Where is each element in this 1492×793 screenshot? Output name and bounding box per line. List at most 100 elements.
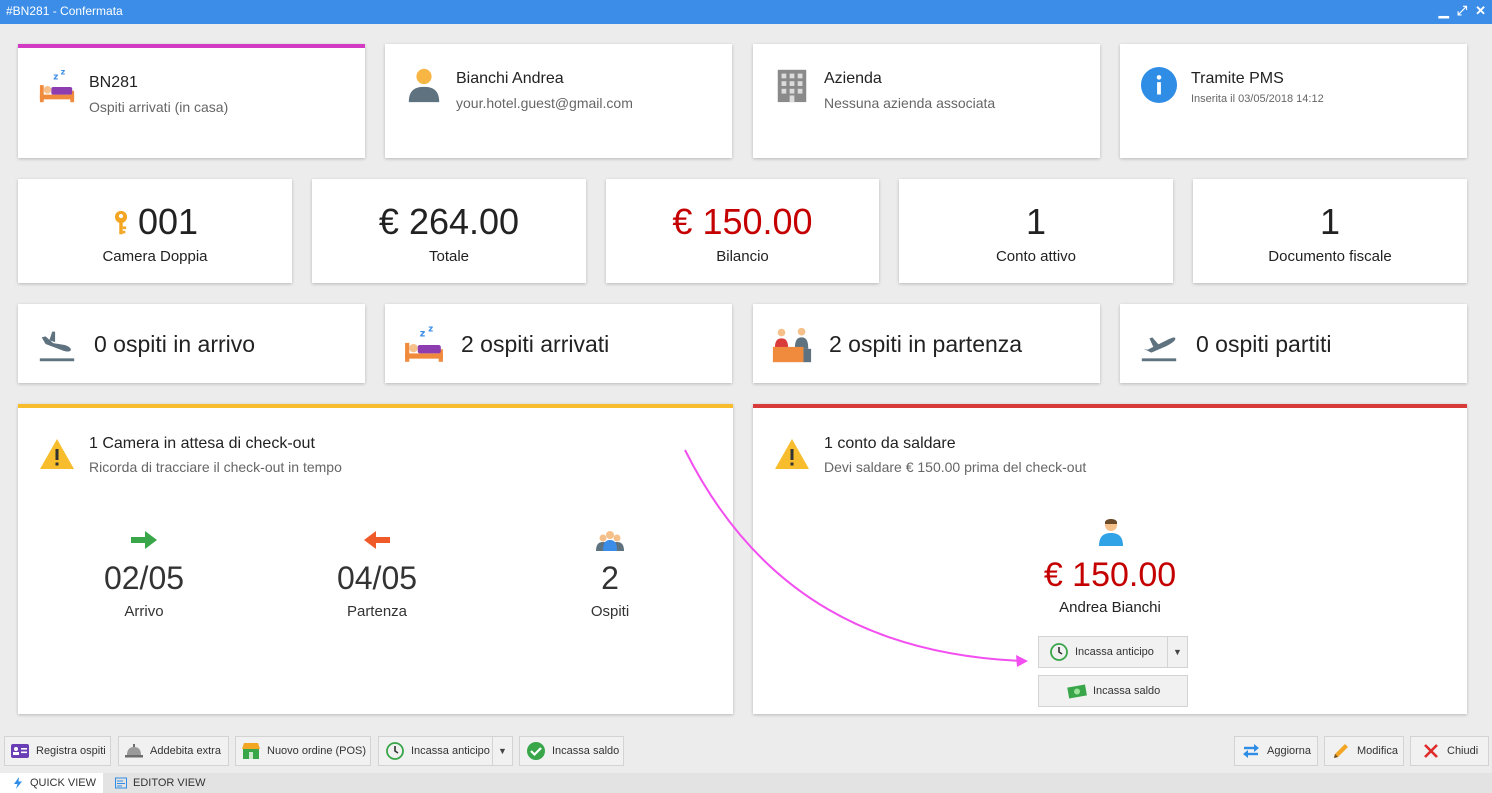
tab-editor-view-label: EDITOR VIEW [133, 777, 206, 789]
arrived-guests-label: 2 ospiti arrivati [461, 331, 610, 357]
fiscal-document-card[interactable]: 1 Documento fiscale [1193, 179, 1467, 283]
bottom-toolbar: Registra ospiti Addebita extra Nuovo ord… [0, 729, 1492, 773]
total-card: € 264.00 Totale [312, 179, 586, 283]
close-x-icon [1424, 744, 1438, 758]
close-button[interactable]: Chiudi [1410, 736, 1489, 766]
checkout-alert-subtitle: Ricorda di tracciare il check-out in tem… [89, 459, 342, 475]
edit-button[interactable]: Modifica [1324, 736, 1404, 766]
guests-label: Ospiti [590, 603, 630, 620]
banknote-icon [1067, 684, 1087, 699]
sleeping-bed-icon: z z [405, 324, 443, 362]
svg-text:z: z [53, 72, 58, 82]
arrival-label: Arrivo [124, 603, 164, 620]
collect-balance-label: Incassa saldo [1093, 685, 1161, 697]
collect-advance-button[interactable]: Incassa anticipo ▼ [1038, 636, 1188, 668]
check-circle-icon [527, 742, 545, 760]
maximize-icon[interactable]: ⤢ [1457, 0, 1467, 22]
user-icon [408, 68, 440, 103]
svg-text:z: z [428, 324, 433, 333]
building-icon [777, 69, 807, 103]
company-card[interactable]: Azienda Nessuna azienda associata [753, 44, 1100, 158]
tab-quick-view[interactable]: QUICK VIEW [0, 773, 103, 793]
tab-editor-view[interactable]: EDITOR VIEW [103, 773, 223, 793]
booking-code: BN281 [89, 74, 138, 91]
reception-desk-icon [772, 327, 812, 363]
guest-email: your.hotel.guest@gmail.com [456, 95, 633, 111]
toolbar-collect-advance-dropdown-icon[interactable]: ▼ [492, 737, 512, 765]
person-icon [1099, 519, 1123, 546]
payment-guest-name: Andrea Bianchi [1059, 599, 1161, 616]
payment-alert-card: 1 conto da saldare Devi saldare € 150.00… [753, 404, 1467, 714]
guests-count: 2 [601, 560, 619, 596]
toolbar-collect-advance-label: Incassa anticipo [411, 745, 490, 757]
svg-text:z: z [61, 68, 66, 77]
arrived-guests-card[interactable]: z z 2 ospiti arrivati [385, 304, 732, 383]
arriving-guests-card[interactable]: 0 ospiti in arrivo [18, 304, 365, 383]
window-title: #BN281 - Confermata [6, 4, 123, 18]
toolbar-collect-balance-label: Incassa saldo [552, 745, 620, 757]
departed-guests-label: 0 ospiti partiti [1196, 331, 1332, 357]
service-bell-icon [125, 744, 143, 758]
booking-card: z z BN281 Ospiti arrivati (in casa) [18, 44, 365, 158]
shop-icon [242, 743, 260, 759]
guests-column: 2 Ospiti [540, 528, 680, 620]
room-card[interactable]: 001 Camera Doppia [18, 179, 292, 283]
payment-alert-title: 1 conto da saldare [824, 435, 956, 452]
key-icon [114, 210, 128, 235]
svg-text:z: z [420, 329, 426, 340]
balance-value: € 150.00 [672, 201, 813, 242]
room-type: Camera Doppia [102, 248, 208, 265]
source-card: Tramite PMS Inserita il 03/05/2018 14:12 [1120, 44, 1467, 158]
register-guests-button[interactable]: Registra ospiti [4, 736, 111, 766]
active-account-count: 1 [1025, 201, 1047, 242]
checkout-alert-title: 1 Camera in attesa di check-out [89, 435, 315, 452]
guest-card[interactable]: Bianchi Andrea your.hotel.guest@gmail.co… [385, 44, 732, 158]
departing-guests-card[interactable]: 2 ospiti in partenza [753, 304, 1100, 383]
collect-advance-dropdown-icon[interactable]: ▼ [1167, 637, 1187, 667]
register-guests-label: Registra ospiti [36, 745, 106, 757]
info-icon [1140, 66, 1178, 104]
editor-icon [115, 777, 127, 789]
active-account-label: Conto attivo [995, 248, 1077, 265]
guest-name: Bianchi Andrea [456, 70, 564, 87]
booking-status: Ospiti arrivati (in casa) [89, 99, 229, 115]
departure-date: 04/05 [336, 560, 418, 596]
refresh-icon [1243, 744, 1259, 758]
source-inserted-date: Inserita il 03/05/2018 14:12 [1191, 93, 1324, 105]
fiscal-document-count: 1 [1319, 201, 1341, 242]
collect-balance-button[interactable]: Incassa saldo [1038, 675, 1188, 707]
close-label: Chiudi [1447, 745, 1479, 757]
close-window-icon[interactable]: ✕ [1475, 0, 1486, 22]
company-subtitle: Nessuna azienda associata [824, 95, 996, 111]
refresh-button[interactable]: Aggiorna [1234, 736, 1318, 766]
departed-guests-card[interactable]: 0 ospiti partiti [1120, 304, 1467, 383]
new-order-button[interactable]: Nuovo ordine (POS) [235, 736, 371, 766]
charge-extra-button[interactable]: Addebita extra [118, 736, 229, 766]
balance-label: Bilancio [716, 248, 769, 265]
arrival-column: 02/05 Arrivo [74, 528, 214, 620]
total-label: Totale [428, 248, 470, 265]
minimize-icon[interactable]: ▁ [1439, 0, 1449, 22]
checkout-alert-card: 1 Camera in attesa di check-out Ricorda … [18, 404, 733, 714]
room-number-row: 001 [18, 201, 292, 243]
total-value: € 264.00 [378, 201, 520, 242]
arrow-left-icon [364, 531, 390, 549]
edit-label: Modifica [1357, 745, 1398, 757]
id-card-icon [11, 744, 29, 758]
charge-extra-label: Addebita extra [150, 745, 221, 757]
sleeping-bed-icon: z z [39, 68, 75, 103]
departure-column: 04/05 Partenza [307, 528, 447, 620]
new-order-label: Nuovo ordine (POS) [267, 745, 367, 757]
clock-icon [386, 742, 404, 760]
balance-card: € 150.00 Bilancio [606, 179, 879, 283]
pencil-icon [1334, 744, 1348, 758]
source-title: Tramite PMS [1191, 70, 1284, 87]
toolbar-collect-advance-button[interactable]: Incassa anticipo ▼ [378, 736, 513, 766]
departure-label: Partenza [346, 603, 408, 620]
warning-icon [775, 439, 809, 469]
company-title: Azienda [824, 70, 882, 87]
toolbar-collect-balance-button[interactable]: Incassa saldo [519, 736, 624, 766]
active-account-card[interactable]: 1 Conto attivo [899, 179, 1173, 283]
arriving-guests-label: 0 ospiti in arrivo [94, 331, 256, 357]
window-controls: ▁ ⤢ ✕ [1439, 0, 1486, 22]
